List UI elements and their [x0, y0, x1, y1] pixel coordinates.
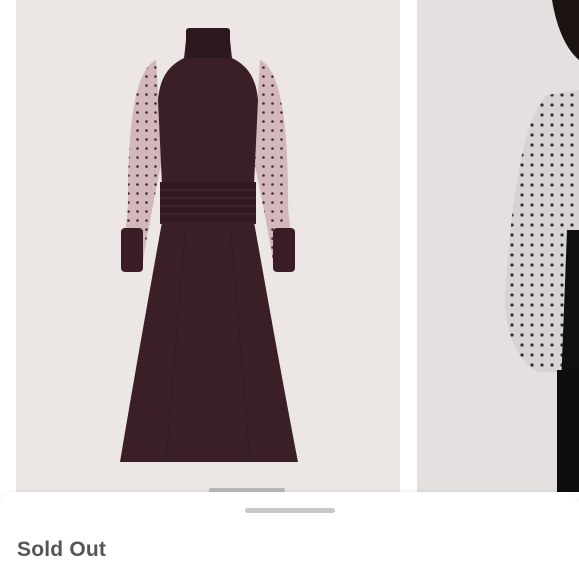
dress-image	[120, 28, 298, 463]
image-gallery[interactable]	[0, 0, 579, 492]
model-photo[interactable]	[417, 0, 579, 492]
drag-handle[interactable]	[245, 508, 335, 513]
bottom-sheet: Sold Out	[0, 492, 579, 580]
product-photo[interactable]	[16, 0, 400, 492]
model-image	[504, 0, 579, 492]
sold-out-label: Sold Out	[17, 538, 107, 561]
